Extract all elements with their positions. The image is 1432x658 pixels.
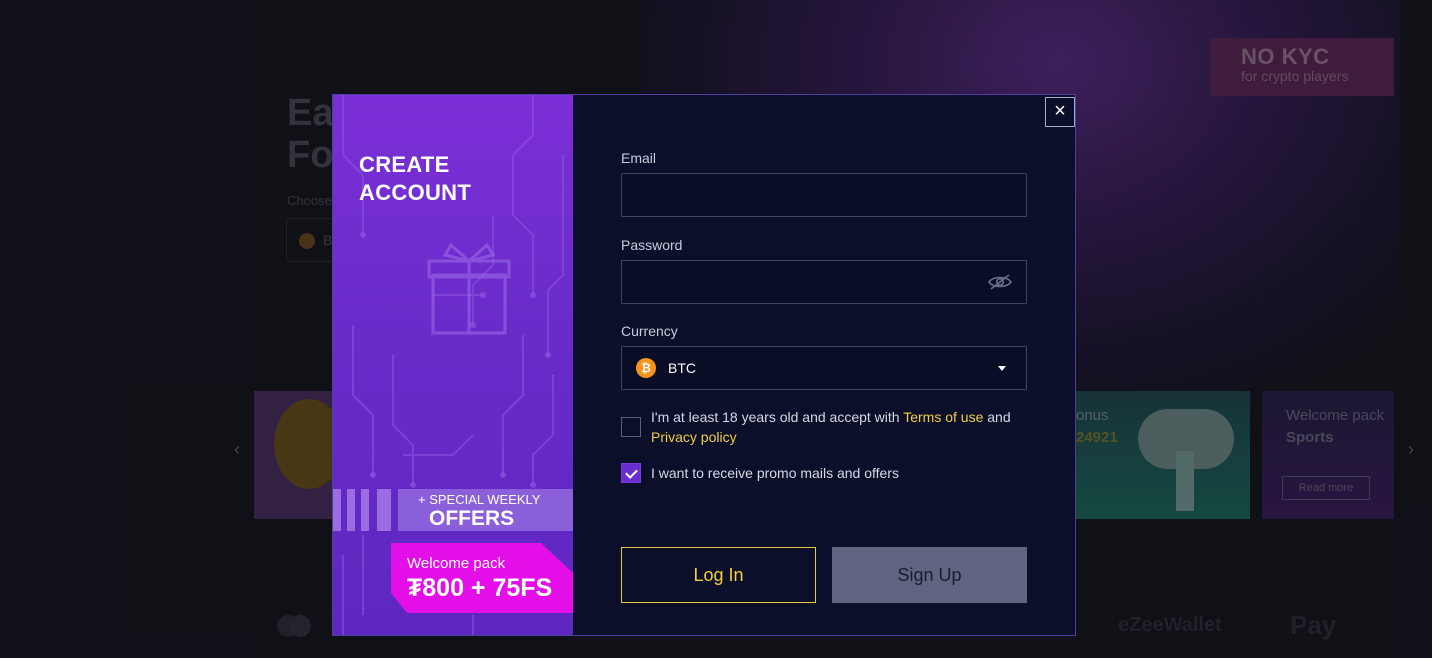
bitcoin-icon: ₿: [636, 358, 656, 378]
title-line2: ACCOUNT: [359, 180, 472, 205]
modal-promo-panel: CREATE ACCOUNT + SPECIAL WEEKLY OFFERS W…: [333, 95, 573, 635]
promo-checkbox[interactable]: [621, 463, 641, 483]
weekly-offers-title: OFFERS: [429, 507, 515, 530]
create-account-title: CREATE ACCOUNT: [359, 151, 471, 207]
chevron-down-icon: [998, 366, 1006, 371]
close-icon[interactable]: ×: [1045, 97, 1075, 127]
email-field[interactable]: [621, 173, 1027, 217]
eye-slash-icon[interactable]: [987, 273, 1013, 291]
currency-value: BTC: [668, 360, 696, 376]
weekly-offers-subtitle: + SPECIAL WEEKLY: [418, 492, 541, 507]
login-button[interactable]: Log In: [621, 547, 816, 603]
create-account-modal: CREATE ACCOUNT + SPECIAL WEEKLY OFFERS W…: [332, 94, 1076, 636]
password-wrapper: [621, 260, 1027, 304]
gift-icon: [427, 242, 511, 335]
signup-button[interactable]: Sign Up: [832, 547, 1027, 603]
privacy-policy-link[interactable]: Privacy policy: [651, 429, 737, 445]
welcome-pack-value: ₮800 + 75FS: [407, 574, 553, 602]
password-label: Password: [621, 237, 683, 253]
email-label: Email: [621, 150, 657, 166]
terms-prefix: I'm at least 18 years old and accept wit…: [651, 409, 900, 425]
terms-text: I'm at least 18 years old and accept wit…: [651, 407, 1031, 447]
currency-select[interactable]: ₿ BTC: [621, 346, 1027, 390]
terms-of-use-link[interactable]: Terms of use: [903, 409, 983, 425]
promo-label: I want to receive promo mails and offers: [651, 465, 899, 481]
title-line1: CREATE: [359, 152, 450, 177]
terms-and: and: [987, 409, 1011, 425]
password-field[interactable]: [621, 260, 1027, 304]
currency-label: Currency: [621, 323, 678, 339]
terms-checkbox[interactable]: [621, 417, 641, 437]
welcome-pack-label: Welcome pack: [407, 555, 506, 572]
